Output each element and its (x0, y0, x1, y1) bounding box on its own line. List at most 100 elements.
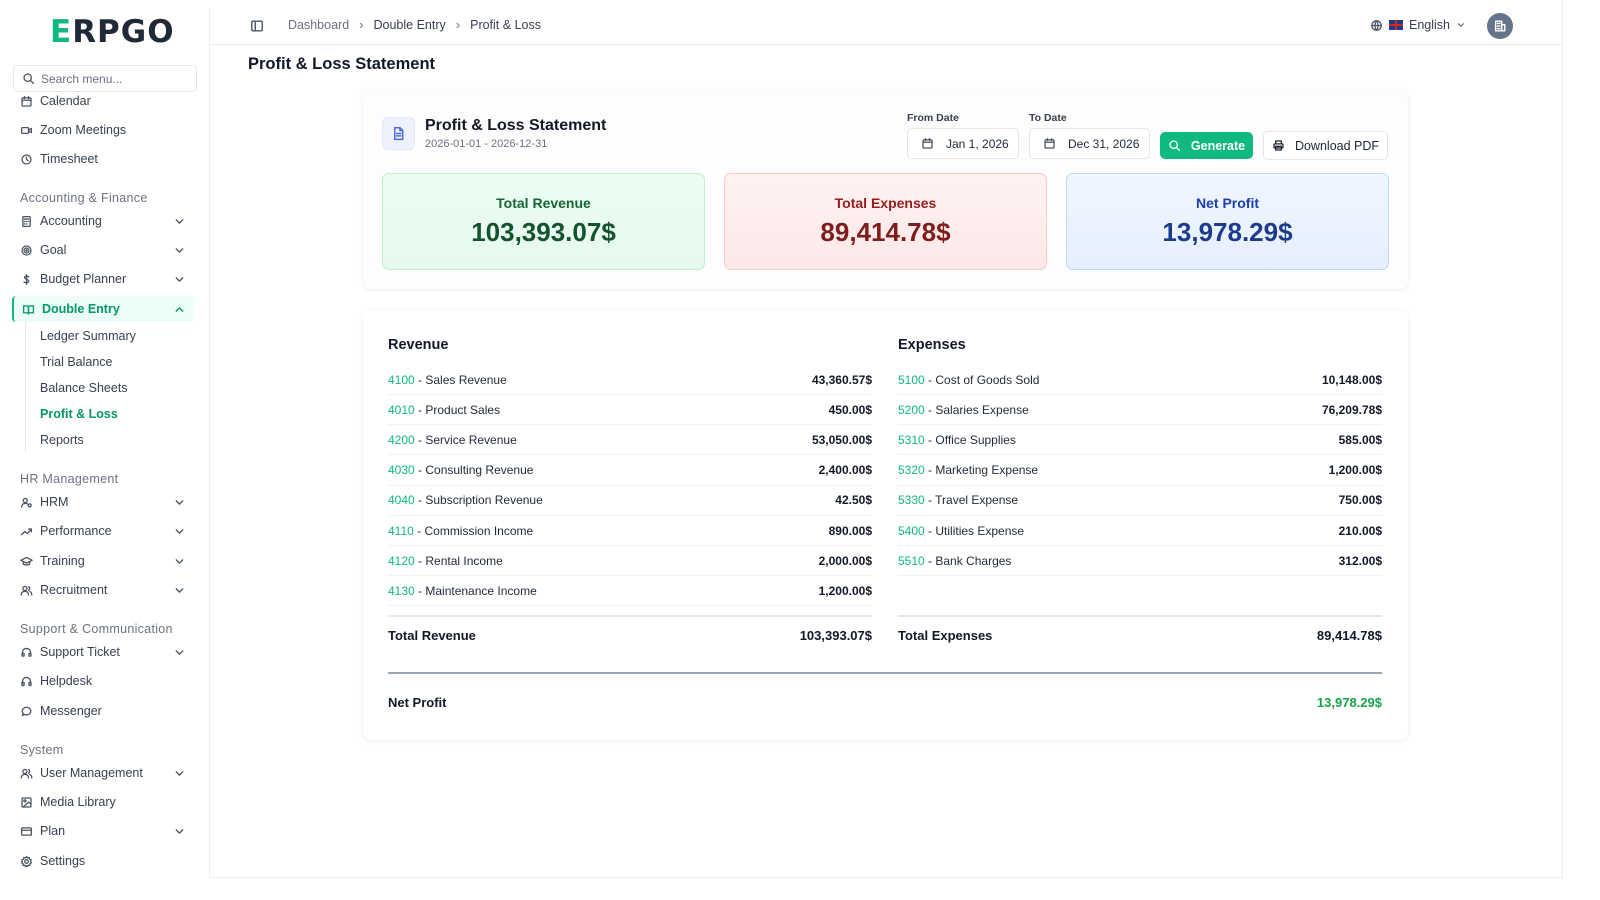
document-icon (382, 117, 415, 150)
sidebar-item-messenger[interactable]: Messenger (12, 698, 194, 724)
sidebar-item-label: Accounting (40, 214, 102, 228)
account-amount: 10,148.00$ (1321, 372, 1382, 387)
sidebar-toggle-icon[interactable] (250, 19, 264, 33)
submenu-item-reports[interactable]: Reports (40, 433, 84, 447)
account-code-link[interactable]: 5100 (898, 373, 925, 387)
sidebar-item-recruitment[interactable]: Recruitment (12, 577, 194, 603)
account-label: - Maintenance Income (414, 583, 537, 598)
sidebar-item-budget-planner[interactable]: Budget Planner (12, 266, 194, 292)
submenu-item-balance-sheets[interactable]: Balance Sheets (40, 381, 128, 395)
chevron-down-icon (1458, 23, 1464, 27)
sidebar-item-label: Goal (40, 243, 67, 257)
account-code-link[interactable]: 4200 (388, 433, 415, 447)
breadcrumb-separator-icon: › (455, 17, 461, 32)
total-revenue-value: 103,393.07$ (471, 217, 616, 247)
total-revenue-row-value: 103,393.07$ (799, 628, 872, 643)
account-code-link[interactable]: 4110 (388, 524, 414, 538)
chevron-down-icon (175, 588, 184, 593)
sidebar-item-zoom-meetings[interactable]: Zoom Meetings (12, 117, 194, 143)
user-avatar[interactable] (1487, 13, 1513, 39)
app-logo[interactable]: ERPGO (50, 14, 175, 50)
account-name: 4200 - Service Revenue (388, 433, 517, 447)
video-icon (20, 126, 33, 134)
account-code-link[interactable]: 5400 (898, 524, 925, 538)
to-date-field[interactable]: Dec 31, 2026 (1029, 128, 1150, 159)
generate-label: Generate (1190, 138, 1246, 153)
sidebar-item-settings[interactable]: Settings (12, 848, 194, 874)
chevron-up-icon (175, 307, 184, 312)
breadcrumb-dashboard[interactable]: Dashboard (288, 18, 349, 32)
sidebar-item-support-ticket[interactable]: Support Ticket (12, 639, 194, 665)
sidebar-item-label: Settings (40, 854, 86, 868)
sidebar-item-media-library[interactable]: Media Library (12, 789, 194, 815)
account-label: - Utilities Expense (924, 523, 1025, 538)
total-expenses-card: Total Expenses 89,414.78$ (724, 173, 1047, 270)
sidebar-item-user-management[interactable]: User Management (12, 760, 194, 786)
account-code-link[interactable]: 4030 (388, 463, 415, 477)
sidebar-item-label: HRM (40, 495, 69, 509)
sidebar-item-label: Double Entry (42, 302, 120, 316)
account-amount: 312.00$ (1338, 553, 1382, 568)
account-code-link[interactable]: 4100 (388, 373, 415, 387)
headphones-icon (21, 676, 32, 686)
sidebar-item-accounting[interactable]: Accounting (12, 208, 194, 234)
graduation-cap-icon (20, 556, 33, 566)
target-icon (21, 244, 32, 256)
submenu-item-trial-balance[interactable]: Trial Balance (40, 355, 113, 369)
download-pdf-button[interactable]: Download PDF (1263, 131, 1388, 160)
account-code-link[interactable]: 4130 (388, 584, 415, 598)
sidebar-item-training[interactable]: Training (12, 548, 194, 574)
trending-up-icon (20, 527, 33, 535)
account-label: - Marketing Expense (924, 463, 1039, 478)
from-date-field[interactable]: Jan 1, 2026 (907, 128, 1019, 159)
total-revenue-card: Total Revenue 103,393.07$ (382, 173, 705, 270)
account-name: 4010 - Product Sales (388, 403, 500, 417)
account-code-link[interactable]: 5200 (898, 403, 925, 417)
sidebar-item-label: Messenger (40, 704, 102, 718)
ledger-row: 4120 - Rental Income 2,000.00$ (388, 546, 872, 577)
section-label-hr: HR Management (20, 472, 119, 486)
account-amount: 585.00$ (1338, 432, 1382, 447)
sidebar-item-double-entry[interactable]: Double Entry (12, 296, 194, 322)
total-expenses-row: Total Expenses 89,414.78$ (898, 628, 1382, 643)
language-selector[interactable]: English (1370, 18, 1466, 32)
account-name: 4130 - Maintenance Income (388, 584, 537, 598)
submenu-guide-line (25, 322, 26, 452)
account-code-link[interactable]: 4040 (388, 493, 415, 507)
account-name: 5330 - Travel Expense (898, 493, 1018, 507)
submenu-item-profit-loss[interactable]: Profit & Loss (40, 407, 118, 421)
generate-button[interactable]: Generate (1160, 132, 1253, 159)
account-name: 4100 - Sales Revenue (388, 373, 507, 387)
content-right-border (1562, 0, 1563, 878)
gear-icon (20, 855, 33, 867)
breadcrumb-double-entry[interactable]: Double Entry (374, 18, 446, 32)
ledger-row: 5200 - Salaries Expense 76,209.78$ (898, 395, 1382, 426)
sidebar-item-timesheet[interactable]: Timesheet (12, 146, 194, 172)
expenses-total-divider (898, 615, 1382, 617)
clock-icon (21, 153, 32, 165)
sidebar-item-goal[interactable]: Goal (12, 237, 194, 263)
account-code-link[interactable]: 4010 (388, 403, 415, 417)
sidebar-item-hrm[interactable]: HRM (12, 489, 194, 515)
sidebar-item-helpdesk[interactable]: Helpdesk (12, 668, 194, 694)
account-code-link[interactable]: 5320 (898, 463, 925, 477)
submenu-item-ledger-summary[interactable]: Ledger Summary (40, 329, 136, 343)
account-name: 5310 - Office Supplies (898, 433, 1016, 447)
sidebar-item-plan[interactable]: Plan (12, 818, 194, 844)
account-name: 5510 - Bank Charges (898, 554, 1011, 568)
net-profit-card: Net Profit 13,978.29$ (1066, 173, 1389, 270)
account-code-link[interactable]: 5310 (898, 433, 925, 447)
details-card: Revenue Expenses 4100 - Sales Revenue 43,… (363, 310, 1408, 740)
calendar-icon (21, 95, 32, 107)
search-input[interactable] (41, 71, 191, 86)
from-date-label: From Date (907, 112, 959, 124)
account-code-link[interactable]: 5330 (898, 493, 925, 507)
sidebar-item-label: Performance (40, 524, 112, 538)
account-label: - Bank Charges (924, 553, 1012, 568)
sidebar-item-performance[interactable]: Performance (12, 518, 194, 544)
account-code-link[interactable]: 5510 (898, 554, 925, 568)
sidebar-item-calendar[interactable]: Calendar (12, 88, 194, 114)
calendar-icon (922, 137, 933, 149)
summary-card: Profit & Loss Statement 2026-01-01 - 202… (363, 90, 1408, 289)
account-code-link[interactable]: 4120 (388, 554, 415, 568)
